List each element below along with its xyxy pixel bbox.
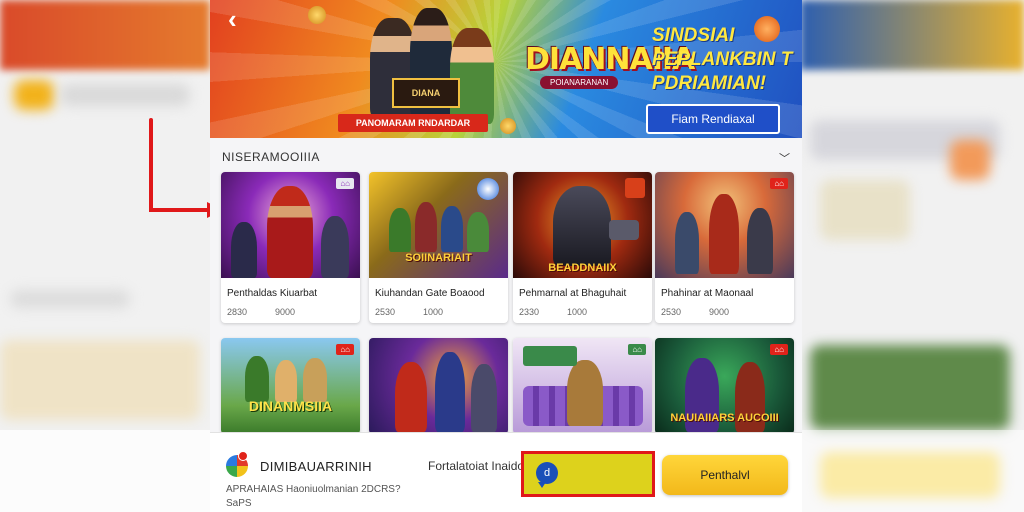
back-button[interactable]: ‹ bbox=[228, 4, 237, 35]
game-thumbnail: ⌂⌂ bbox=[513, 338, 652, 434]
background-right-blur bbox=[800, 0, 1024, 512]
card-image-label: SOIINARIAIT bbox=[405, 252, 472, 264]
card-title: Penthaldas Kiuarbat bbox=[227, 288, 318, 299]
card-meta-a: 2830 bbox=[227, 307, 248, 317]
card-badge: ⌂⌂ bbox=[336, 178, 354, 189]
game-card[interactable] bbox=[369, 338, 508, 434]
game-thumbnail: ⌂⌂ bbox=[221, 172, 360, 278]
background-left-blur bbox=[0, 0, 210, 512]
coin-icon bbox=[500, 118, 516, 134]
card-meta-a: 2530 bbox=[661, 307, 682, 317]
card-badge: ⌂⌂ bbox=[770, 344, 788, 355]
banner-headline: SINDSIAI PEPLANKBIN T PDRIAMIAN! bbox=[652, 25, 793, 94]
bottom-note: Fortalatoiat Inaido bbox=[428, 459, 525, 473]
card-title: Kiuhandan Gate Boaood bbox=[375, 288, 485, 299]
card-meta-b: 1000 bbox=[423, 307, 444, 317]
card-image-label: DINANMSIIA bbox=[248, 398, 333, 414]
section-header: NISERAMOOIIIA ﹀ bbox=[210, 138, 802, 172]
card-meta: 2330 1000 bbox=[513, 299, 652, 323]
section-title: NISERAMOOIIIA bbox=[222, 150, 320, 164]
chat-button[interactable]: d bbox=[521, 451, 655, 497]
app-panel: ‹ DIANA PANOMARAM RNDARDAR DIANNAIIA POI… bbox=[210, 0, 802, 512]
card-meta-a: 2530 bbox=[375, 307, 396, 317]
app-description: APRAHAIAS Haoniuolmanian 2DCRS? SaPS bbox=[226, 483, 426, 511]
coin-icon bbox=[308, 6, 326, 24]
banner-game-badge: DIANA bbox=[392, 78, 460, 108]
notification-dot bbox=[238, 451, 248, 461]
card-meta: 2530 1000 bbox=[369, 299, 508, 323]
card-badge: ⌂⌂ bbox=[628, 344, 646, 355]
game-card[interactable]: ⌂⌂ DINANMSIIA bbox=[221, 338, 360, 434]
game-card[interactable]: ⌂⌂ bbox=[513, 338, 652, 434]
card-title: Pehmarnal at Bhaguhait bbox=[519, 288, 627, 299]
game-thumbnail bbox=[369, 338, 508, 434]
card-image-label: NAUIAIIARS AUCOIII bbox=[670, 412, 779, 424]
game-thumbnail: ⌂⌂ bbox=[655, 172, 794, 278]
card-meta: 2530 9000 bbox=[655, 299, 794, 323]
chat-bubble-icon: d bbox=[536, 462, 558, 488]
banner-logo-subtitle: POIANARANAN bbox=[540, 76, 619, 89]
game-thumbnail: SOIINARIAIT bbox=[369, 172, 508, 278]
game-thumbnail: ⌂⌂ NAUIAIIARS AUCOIII bbox=[655, 338, 794, 434]
card-meta-b: 9000 bbox=[275, 307, 296, 317]
banner-character bbox=[450, 28, 494, 124]
app-name: DIMIBAUARRINIH bbox=[260, 459, 372, 474]
promo-banner[interactable]: ‹ DIANA PANOMARAM RNDARDAR DIANNAIIA POI… bbox=[210, 0, 802, 138]
app-description-line: APRAHAIAS Haoniuolmanian 2DCRS? bbox=[226, 484, 401, 495]
card-badge: ⌂⌂ bbox=[336, 344, 354, 355]
card-image-label: BEADDNAIIX bbox=[548, 262, 617, 274]
primary-action-button[interactable]: Penthalvl bbox=[662, 455, 788, 495]
game-thumbnail: ⌂⌂ DINANMSIIA bbox=[221, 338, 360, 434]
game-card[interactable]: SOIINARIAIT Kiuhandan Gate Boaood 2530 1… bbox=[369, 172, 508, 323]
banner-cta-strip: PANOMARAM RNDARDAR bbox=[338, 114, 488, 132]
game-card[interactable]: ⌂⌂ Phahinar at Maonaal 2530 9000 bbox=[655, 172, 794, 323]
card-badge: ⌂⌂ bbox=[770, 178, 788, 189]
card-meta-b: 1000 bbox=[567, 307, 588, 317]
game-card[interactable]: ⌂⌂ NAUIAIIARS AUCOIII bbox=[655, 338, 794, 434]
chevron-down-icon[interactable]: ﹀ bbox=[779, 150, 790, 172]
game-card[interactable]: BEADDNAIIX Pehmarnal at Bhaguhait 2330 1… bbox=[513, 172, 652, 323]
banner-button[interactable]: Fiam Rendiaxal bbox=[646, 104, 780, 134]
card-title: Phahinar at Maonaal bbox=[661, 288, 754, 299]
bottom-action-bar: DIMIBAUARRINIH APRAHAIAS Haoniuolmanian … bbox=[210, 432, 802, 512]
card-meta-b: 9000 bbox=[709, 307, 730, 317]
game-card[interactable]: ⌂⌂ Penthaldas Kiuarbat 2830 9000 bbox=[221, 172, 360, 323]
card-meta: 2830 9000 bbox=[221, 299, 360, 323]
game-thumbnail: BEADDNAIIX bbox=[513, 172, 652, 278]
card-meta-a: 2330 bbox=[519, 307, 540, 317]
app-description-line: SaPS bbox=[226, 498, 252, 509]
